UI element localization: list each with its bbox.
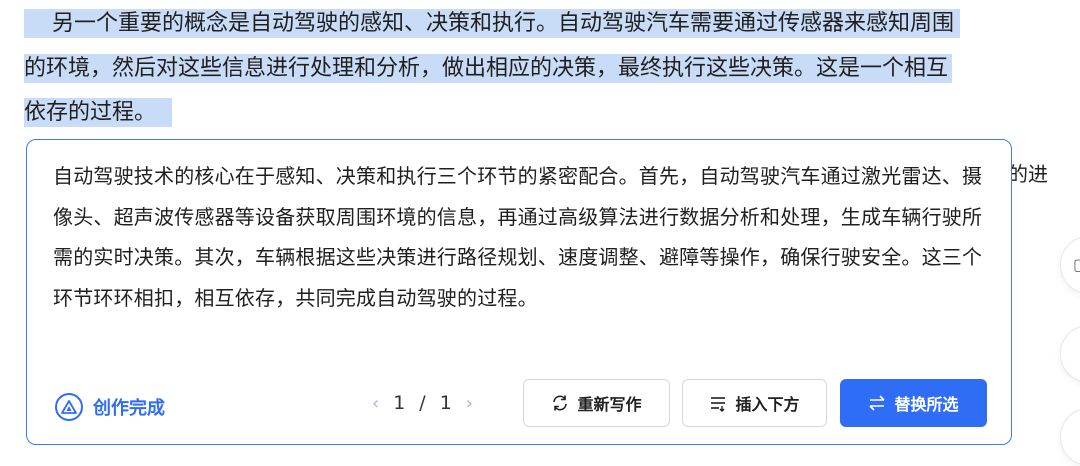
rewrite-label: 重新写作	[577, 395, 642, 414]
generated-text: 自动驾驶技术的核心在于感知、决策和执行三个环节的紧密配合。首先，自动驾驶汽车通过…	[53, 164, 983, 310]
status-label: 创作完成	[93, 398, 165, 419]
status: 创作完成	[55, 393, 165, 421]
document-line-2: 的环境，然后对这些信息进行处理和分析，做出相应的决策，最终执行这些决策。这是一个…	[24, 51, 953, 87]
document-peek-text: 的进	[1008, 162, 1048, 186]
replace-selection-label: 替换所选	[894, 395, 959, 414]
ai-writing-panel: 自动驾驶技术的核心在于感知、决策和执行三个环节的紧密配合。首先，自动驾驶汽车通过…	[26, 139, 1012, 445]
replace-selection-button[interactable]: 替换所选	[840, 379, 987, 427]
side-tool-button[interactable]: ▢	[1060, 236, 1080, 294]
next-page-icon[interactable]: ›	[466, 393, 473, 414]
refresh-icon	[553, 395, 568, 411]
selected-text-3[interactable]: 依存的过程。	[24, 98, 173, 127]
rewrite-button[interactable]: 重新写作	[523, 379, 670, 427]
side-tool-button[interactable]	[1060, 325, 1080, 383]
selected-text-1[interactable]: 另一个重要的概念是自动驾驶的感知、决策和执行。自动驾驶汽车需要通过传感器来感知周…	[24, 9, 961, 38]
ai-logo-icon	[55, 393, 83, 421]
swap-icon	[869, 395, 886, 411]
pager-current: 1	[393, 392, 406, 414]
selected-text-2[interactable]: 的环境，然后对这些信息进行处理和分析，做出相应的决策，最终执行这些决策。这是一个…	[24, 54, 953, 83]
side-tool-button[interactable]	[1060, 408, 1080, 466]
insert-below-button[interactable]: 插入下方	[682, 379, 827, 427]
pager-total: 1	[439, 392, 452, 414]
copy-icon: ▢	[1073, 255, 1080, 274]
pager: ‹ 1 / 1 ›	[372, 392, 473, 414]
prev-page-icon[interactable]: ‹	[372, 393, 379, 414]
insert-below-icon	[711, 397, 726, 412]
document-line-3: 依存的过程。	[24, 95, 173, 131]
insert-below-label: 插入下方	[735, 395, 800, 414]
document-line-1: 另一个重要的概念是自动驾驶的感知、决策和执行。自动驾驶汽车需要通过传感器来感知周…	[24, 6, 961, 42]
pager-separator: /	[419, 392, 426, 414]
